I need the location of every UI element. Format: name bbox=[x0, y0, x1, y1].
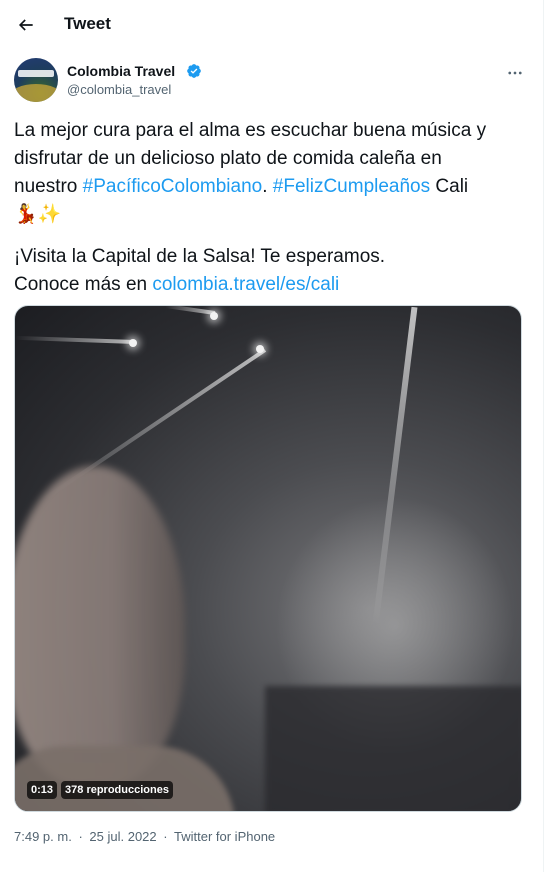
hashtag-link[interactable]: #PacíficoColombiano bbox=[83, 176, 263, 197]
stage-light bbox=[210, 312, 218, 320]
hashtag-link[interactable]: #FelizCumpleaños bbox=[273, 176, 430, 197]
external-link[interactable]: colombia.travel/es/cali bbox=[152, 274, 339, 295]
emoji-text: 💃✨ bbox=[14, 204, 62, 225]
meta-separator: · bbox=[163, 829, 168, 844]
stage-silhouettes bbox=[265, 686, 521, 811]
author-handle[interactable]: @colombia_travel bbox=[67, 82, 171, 97]
tweet-metadata: 7:49 p. m. · 25 jul. 2022 · Twitter for … bbox=[14, 829, 278, 844]
foreground-shoulder bbox=[15, 746, 235, 811]
verified-badge-icon bbox=[187, 64, 201, 78]
author-display-name[interactable]: Colombia Travel bbox=[67, 63, 175, 79]
foreground-person bbox=[15, 466, 185, 786]
stage-light bbox=[129, 339, 137, 347]
avatar[interactable] bbox=[14, 58, 58, 102]
meta-separator: · bbox=[78, 829, 83, 844]
tweet-text-line: La mejor cura para el alma es escuchar b… bbox=[14, 120, 487, 141]
tweet-text-line: nuestro #PacíficoColombiano. #FelizCumpl… bbox=[14, 173, 530, 201]
stage-light bbox=[256, 345, 264, 353]
arrow-left-icon bbox=[18, 19, 33, 31]
tweet-text-fragment: . bbox=[262, 176, 273, 197]
page-title: Tweet bbox=[64, 14, 111, 33]
tweet-text-line: disfrutar de un delicioso plato de comid… bbox=[14, 148, 442, 169]
avatar-hill-shape bbox=[14, 84, 58, 102]
light-beam bbox=[165, 306, 216, 315]
back-button[interactable] bbox=[10, 9, 42, 41]
tweet-text-line: ¡Visita la Capital de la Salsa! Te esper… bbox=[14, 246, 386, 267]
avatar-logo-band bbox=[18, 70, 54, 77]
tweet-date[interactable]: 25 jul. 2022 bbox=[89, 829, 156, 844]
light-beam bbox=[15, 335, 136, 344]
tweet-time[interactable]: 7:49 p. m. bbox=[14, 829, 72, 844]
tweet-text-line: Conoce más en colombia.travel/es/cali bbox=[14, 271, 530, 299]
video-view-count: 378 reproducciones bbox=[61, 781, 173, 799]
top-bar: Tweet bbox=[0, 0, 544, 50]
tweet-text-fragment: Conoce más en bbox=[14, 274, 153, 295]
tweet-text-fragment: Cali bbox=[430, 176, 469, 197]
video-player[interactable]: 0:13 378 reproducciones bbox=[14, 305, 522, 812]
tweet-source[interactable]: Twitter for iPhone bbox=[174, 829, 275, 844]
more-horizontal-icon bbox=[508, 71, 522, 75]
more-button[interactable] bbox=[504, 62, 526, 84]
video-duration: 0:13 bbox=[27, 781, 58, 799]
video-overlay: 0:13 378 reproducciones bbox=[27, 781, 173, 799]
tweet-text-fragment: nuestro bbox=[14, 176, 83, 197]
tweet-text: La mejor cura para el alma es escuchar b… bbox=[14, 117, 530, 299]
tweet-author: Colombia Travel @colombia_travel bbox=[14, 58, 534, 106]
